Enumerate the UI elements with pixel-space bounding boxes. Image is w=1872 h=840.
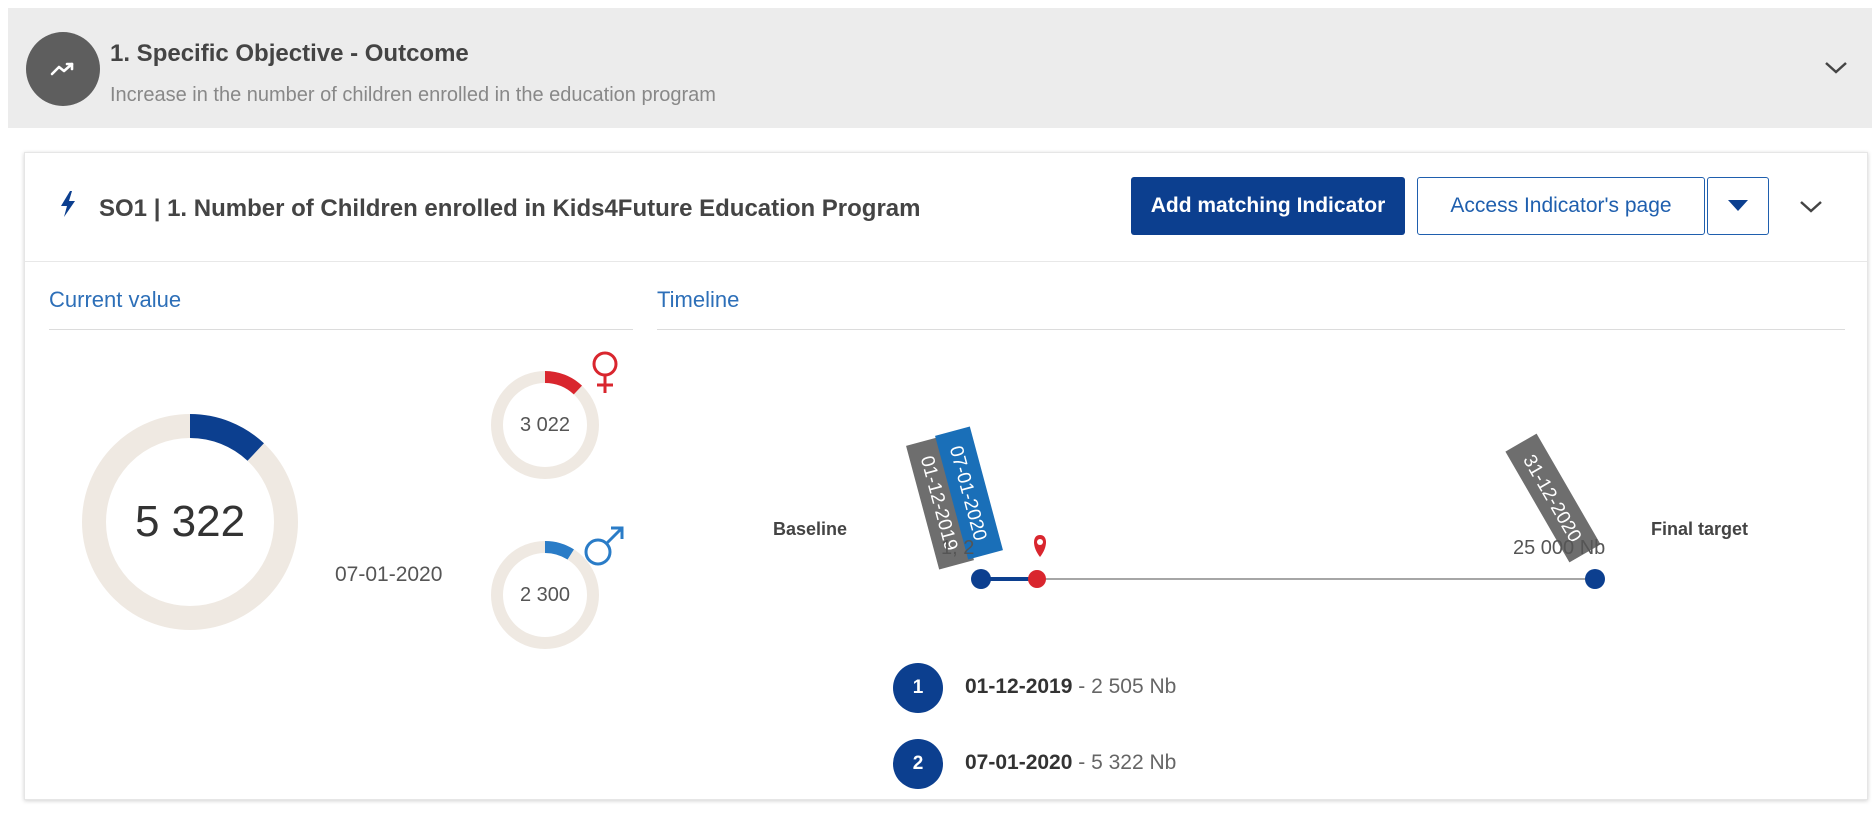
chevron-down-icon[interactable] (1822, 54, 1850, 82)
legend-date-2: 07-01-2020 (965, 751, 1073, 774)
objective-subtitle: Increase in the number of children enrol… (110, 84, 716, 106)
access-indicator-page-button[interactable]: Access Indicator's page (1417, 177, 1705, 235)
baseline-point (971, 569, 991, 589)
legend-marker-1: 1 (893, 663, 943, 713)
final-target-point (1585, 569, 1605, 589)
current-value-divider (49, 329, 633, 330)
chevron-down-icon[interactable] (1797, 193, 1825, 221)
legend-marker-2: 2 (893, 739, 943, 789)
legend-date-1: 01-12-2019 (965, 675, 1073, 698)
current-value-label: Current value (49, 287, 182, 312)
total-value: 5 322 (134, 497, 246, 546)
male-symbol-icon (584, 526, 624, 566)
baseline-label: Baseline (773, 519, 848, 539)
indicator-title: SO1 | 1. Number of Children enrolled in … (99, 195, 921, 222)
indicator-header: SO1 | 1. Number of Children enrolled in … (25, 153, 1867, 262)
objective-header[interactable]: 1. Specific Objective - Outcome Increase… (8, 8, 1872, 128)
baseline-value: 1, 2 (941, 537, 975, 559)
legend-item-1: 01-12-2019 - 2 505 Nb (965, 675, 1176, 699)
caret-down-icon (1728, 200, 1748, 211)
timeline-label: Timeline (657, 287, 740, 312)
legend-value-1: - 2 505 Nb (1072, 675, 1177, 698)
timeline-chart: 01-12-2019 07-01-2020 31-12-2020 (906, 426, 1605, 589)
final-target-value: 25 000 Nb (1513, 537, 1606, 559)
female-symbol-icon (592, 351, 618, 393)
indicator-card: SO1 | 1. Number of Children enrolled in … (24, 152, 1868, 800)
current-point (1028, 570, 1046, 588)
trending-up-icon (26, 32, 100, 106)
current-value-date: 07-01-2020 (335, 563, 443, 586)
objective-title: 1. Specific Objective - Outcome (110, 40, 469, 67)
add-matching-indicator-button[interactable]: Add matching Indicator (1131, 177, 1405, 235)
legend-value-2: - 5 322 Nb (1072, 751, 1177, 774)
final-target-label: Final target (1651, 519, 1749, 539)
bolt-icon (59, 191, 77, 222)
legend-item-2: 07-01-2020 - 5 322 Nb (965, 751, 1176, 775)
location-pin-icon (1034, 535, 1046, 557)
indicator-menu-dropdown-button[interactable] (1707, 177, 1769, 235)
